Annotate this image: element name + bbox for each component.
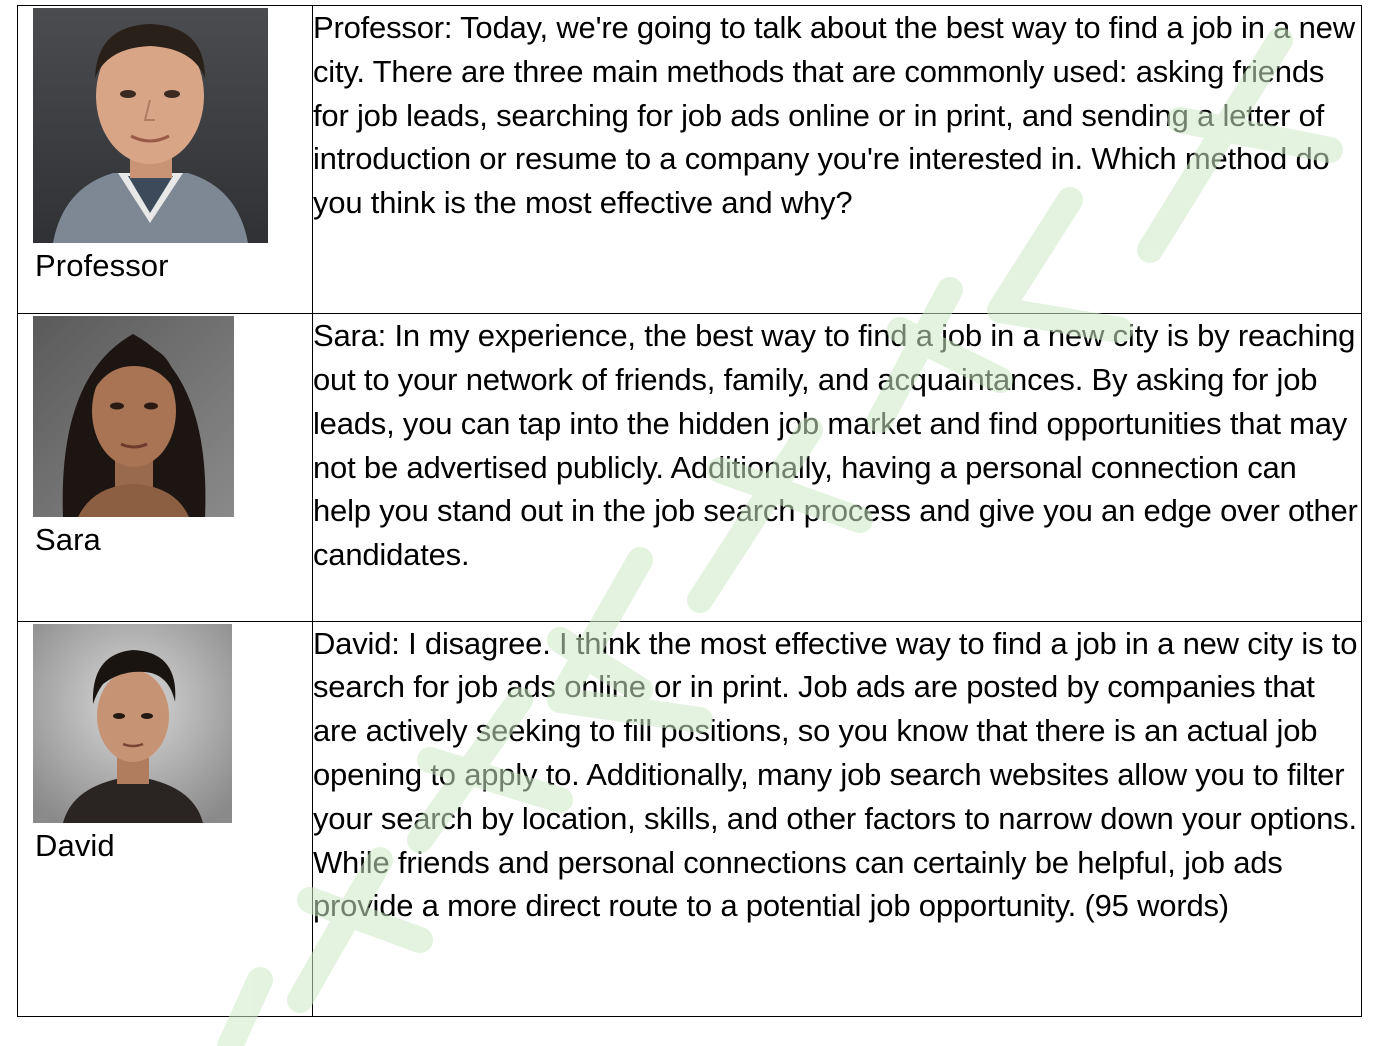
- sara-photo: [33, 316, 234, 518]
- david-photo: [33, 623, 232, 823]
- dialogue-text: Sara: In my experience, the best way to …: [313, 318, 1358, 573]
- dialogue-row-david: David David: I disagree. I think the mos…: [17, 620, 1362, 1018]
- dialogue-row-sara: Sara Sara: In my experience, the best wa…: [17, 313, 1362, 622]
- dialogue-row-professor: Professor Professor: Today, we're going …: [17, 4, 1362, 315]
- speaker-name: David: [35, 827, 115, 863]
- dialogue-cell: Sara: In my experience, the best way to …: [312, 313, 1362, 622]
- speaker-name: Professor: [35, 248, 169, 283]
- dialogue-text: David: I disagree. I think the most effe…: [313, 625, 1358, 924]
- professor-photo: [33, 8, 268, 243]
- speaker-cell: David: [17, 620, 313, 1018]
- dialogue-table: Professor Professor: Today, we're going …: [17, 4, 1362, 1018]
- speaker-cell: Professor: [17, 4, 313, 315]
- dialogue-text: Professor: Today, we're going to talk ab…: [313, 10, 1355, 221]
- speaker-cell: Sara: [17, 313, 313, 622]
- dialogue-cell: Professor: Today, we're going to talk ab…: [312, 4, 1362, 315]
- dialogue-cell: David: I disagree. I think the most effe…: [312, 620, 1362, 1018]
- speaker-name: Sara: [35, 522, 101, 558]
